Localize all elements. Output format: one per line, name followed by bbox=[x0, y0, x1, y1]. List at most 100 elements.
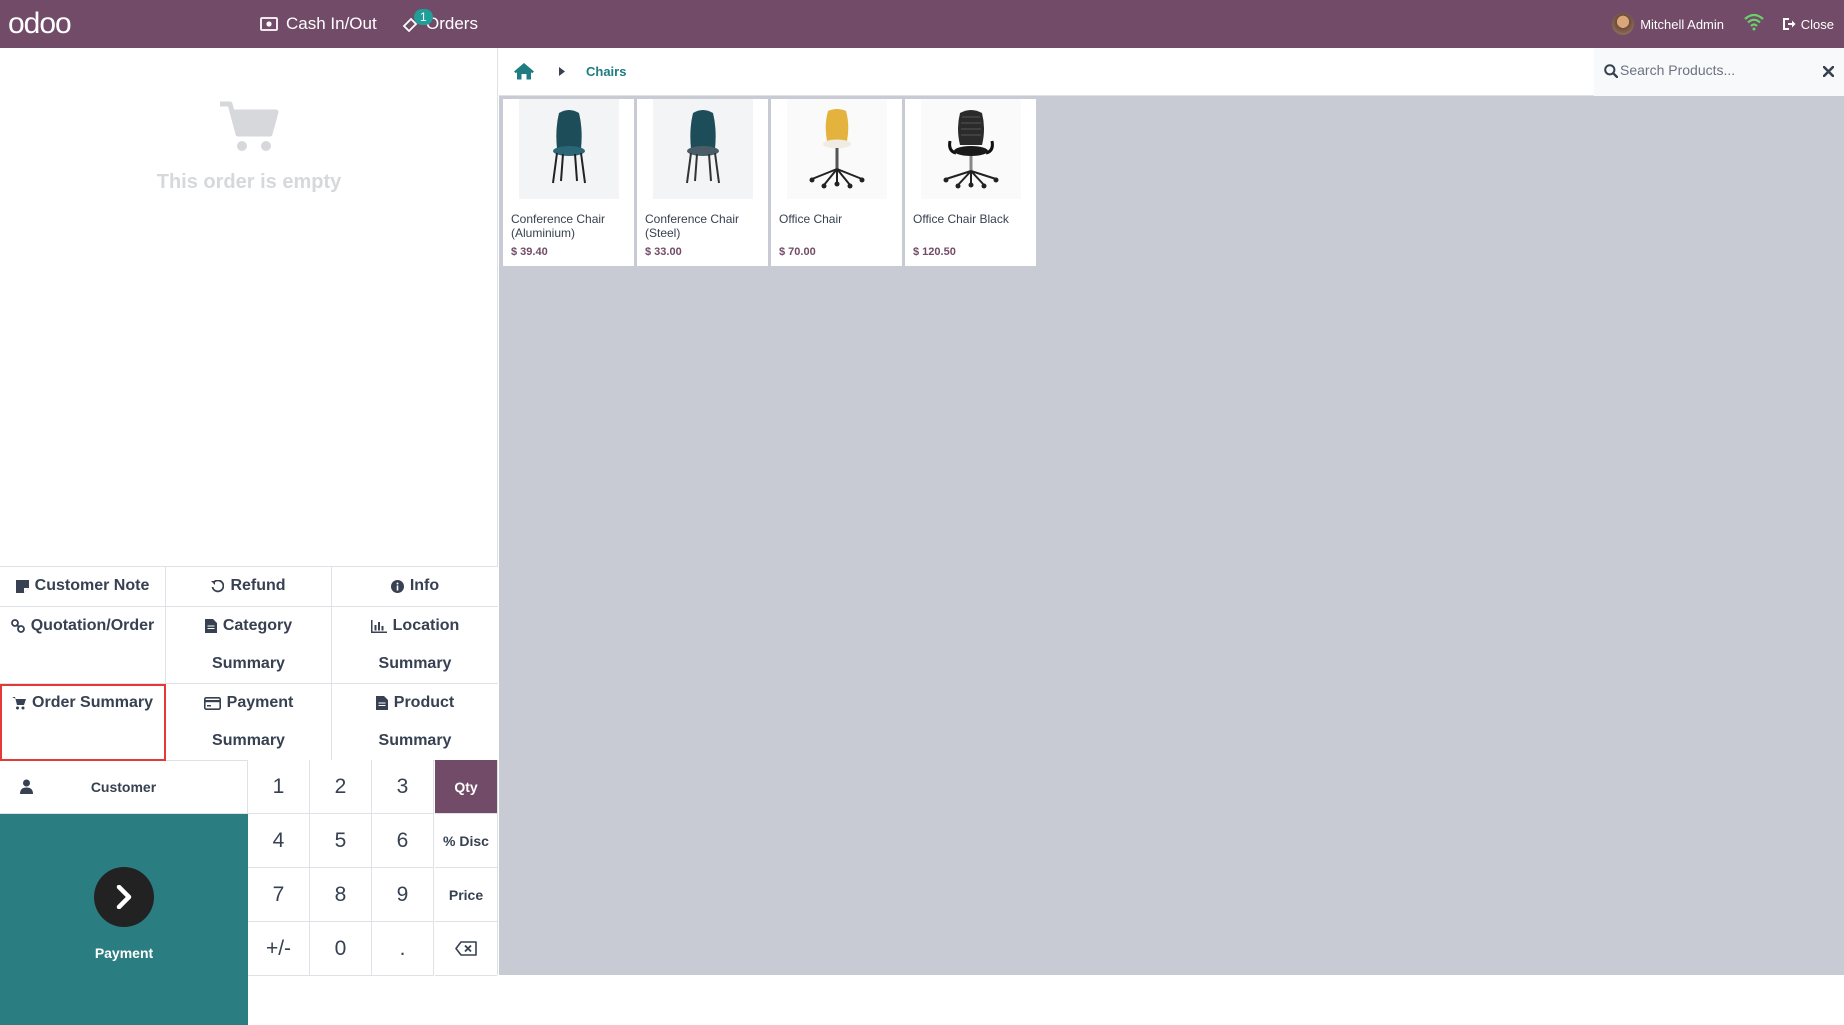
payment-label: Payment bbox=[94, 944, 154, 961]
product-name: Conference Chair (Steel) bbox=[645, 212, 740, 240]
payment-summary-label-2: Summary bbox=[212, 732, 285, 749]
product-name: Office Chair bbox=[779, 212, 843, 226]
customer-note-button[interactable]: Customer Note bbox=[0, 567, 166, 607]
product-price: $ 120.50 bbox=[913, 246, 956, 258]
numpad-key-plus-minus[interactable]: +/- bbox=[248, 922, 310, 976]
category-summary-label-2: Summary bbox=[212, 655, 285, 672]
product-card[interactable]: Conference Chair (Steel) $ 33.00 bbox=[637, 99, 768, 266]
customer-button[interactable]: Customer bbox=[0, 760, 248, 814]
payment-button[interactable]: Payment bbox=[0, 814, 248, 1025]
product-image bbox=[653, 99, 753, 199]
numpad-key-1[interactable]: 1 bbox=[248, 760, 310, 814]
numpad-key-4[interactable]: 4 bbox=[248, 814, 310, 868]
bar-chart-icon bbox=[370, 619, 387, 633]
numpad-key-3[interactable]: 3 bbox=[372, 760, 434, 814]
file-icon bbox=[204, 619, 217, 633]
numpad-area: Customer Payment 1 2 3 Qty 4 5 6 % Disc … bbox=[0, 760, 498, 1025]
black-office-chair-icon bbox=[943, 109, 999, 188]
avatar bbox=[1612, 13, 1635, 35]
product-price: $ 70.00 bbox=[779, 246, 816, 258]
product-image bbox=[787, 99, 887, 199]
search-bar bbox=[1594, 48, 1844, 96]
cash-in-out-label: Cash In/Out bbox=[286, 14, 377, 33]
control-buttons: Customer Note Refund Info Quotation/Orde… bbox=[0, 566, 498, 761]
undo-icon bbox=[211, 579, 225, 592]
empty-order: This order is empty bbox=[0, 100, 498, 194]
refund-button[interactable]: Refund bbox=[166, 567, 332, 607]
teal-chair-icon bbox=[686, 110, 720, 184]
product-summary-button[interactable]: Product Summary bbox=[332, 684, 498, 761]
order-summary-button[interactable]: Order Summary bbox=[0, 684, 166, 761]
chevron-right-icon bbox=[116, 884, 132, 909]
customer-label: Customer bbox=[90, 778, 157, 795]
yellow-swivel-chair-icon bbox=[809, 108, 865, 188]
quotation-order-button[interactable]: Quotation/Order bbox=[0, 607, 166, 684]
product-image bbox=[519, 99, 619, 199]
product-grid: Conference Chair (Aluminium) $ 39.40 Con… bbox=[503, 99, 1036, 266]
numpad-key-decimal[interactable]: . bbox=[372, 922, 434, 976]
numpad-key-9[interactable]: 9 bbox=[372, 868, 434, 922]
info-button[interactable]: Info bbox=[332, 567, 498, 607]
file-icon bbox=[375, 696, 388, 710]
price-mode-button[interactable]: Price bbox=[435, 868, 497, 922]
numpad-key-0[interactable]: 0 bbox=[310, 922, 372, 976]
clear-search-icon[interactable] bbox=[1823, 66, 1834, 77]
category-summary-label-1: Category bbox=[222, 617, 293, 634]
backspace-button[interactable] bbox=[435, 922, 497, 976]
refund-label: Refund bbox=[230, 577, 286, 594]
location-summary-label-1: Location bbox=[392, 617, 460, 634]
product-image bbox=[921, 99, 1021, 199]
cash-in-out-button[interactable]: Cash In/Out bbox=[260, 0, 377, 48]
numpad-key-6[interactable]: 6 bbox=[372, 814, 434, 868]
user-icon bbox=[20, 779, 33, 794]
order-summary-label: Order Summary bbox=[32, 694, 153, 711]
product-card[interactable]: Conference Chair (Aluminium) $ 39.40 bbox=[503, 99, 634, 266]
qty-mode-button[interactable]: Qty bbox=[435, 760, 497, 814]
link-icon bbox=[10, 619, 25, 633]
top-navbar: odoo Cash In/Out 1 Orders Mitchell Admin… bbox=[0, 0, 1844, 48]
orders-count-badge: 1 bbox=[414, 9, 433, 25]
discount-mode-button[interactable]: % Disc bbox=[435, 814, 497, 868]
info-label: Info bbox=[409, 577, 440, 594]
numpad-key-5[interactable]: 5 bbox=[310, 814, 372, 868]
odoo-logo: odoo bbox=[8, 7, 72, 40]
numpad-key-2[interactable]: 2 bbox=[310, 760, 372, 814]
cart-icon bbox=[12, 696, 27, 709]
location-summary-button[interactable]: Location Summary bbox=[332, 607, 498, 684]
order-pane: This order is empty Customer Note Refund… bbox=[0, 48, 498, 1025]
sticky-note-icon bbox=[15, 579, 29, 593]
wifi-icon bbox=[1744, 13, 1764, 31]
payment-summary-label-1: Payment bbox=[226, 694, 294, 711]
product-name: Office Chair Black bbox=[913, 212, 1009, 226]
payment-circle bbox=[94, 866, 154, 927]
home-icon[interactable] bbox=[513, 62, 535, 80]
quotation-order-label: Quotation/Order bbox=[30, 617, 155, 634]
search-input[interactable] bbox=[1620, 62, 1810, 78]
orders-button[interactable]: 1 Orders bbox=[402, 0, 478, 48]
product-price: $ 33.00 bbox=[645, 246, 682, 258]
close-button[interactable]: Close bbox=[1782, 0, 1834, 48]
user-name: Mitchell Admin bbox=[1640, 16, 1724, 32]
shopping-cart-icon bbox=[220, 101, 279, 151]
info-icon bbox=[390, 579, 404, 593]
location-summary-label-2: Summary bbox=[378, 655, 452, 672]
product-summary-label-2: Summary bbox=[378, 732, 452, 749]
product-card[interactable]: Office Chair $ 70.00 bbox=[771, 99, 902, 266]
money-icon bbox=[260, 17, 278, 31]
numpad-key-7[interactable]: 7 bbox=[248, 868, 310, 922]
product-price: $ 39.40 bbox=[511, 246, 548, 258]
product-card[interactable]: Office Chair Black $ 120.50 bbox=[905, 99, 1036, 266]
breadcrumb-category[interactable]: Chairs bbox=[586, 64, 626, 79]
product-summary-label-1: Product bbox=[393, 694, 455, 711]
credit-card-icon bbox=[203, 696, 221, 710]
close-label: Close bbox=[1800, 16, 1834, 32]
payment-summary-button[interactable]: Payment Summary bbox=[166, 684, 332, 761]
category-summary-button[interactable]: Category Summary bbox=[166, 607, 332, 684]
numpad-key-8[interactable]: 8 bbox=[310, 868, 372, 922]
search-icon bbox=[1604, 64, 1618, 78]
orders-label: Orders bbox=[426, 14, 478, 33]
product-pane: Chairs Conference Chair (Aluminium) $ 39… bbox=[499, 48, 1844, 975]
user-menu[interactable]: Mitchell Admin bbox=[1612, 0, 1724, 48]
teal-chair-icon bbox=[552, 110, 586, 184]
backspace-icon bbox=[455, 941, 477, 956]
